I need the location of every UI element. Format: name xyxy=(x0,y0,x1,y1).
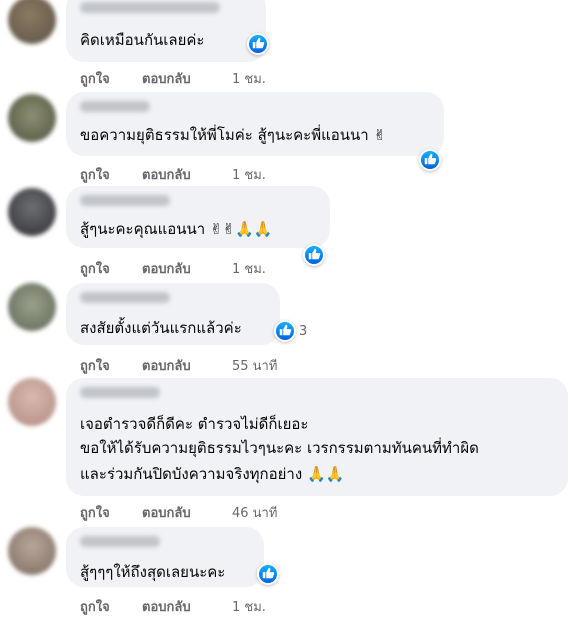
comment-bubble: สงสัยตั้งแต่วันแรกแล้วค่ะ xyxy=(66,283,280,345)
like-link[interactable]: ถูกใจ xyxy=(80,164,110,185)
avatar[interactable] xyxy=(8,0,56,44)
like-link[interactable]: ถูกใจ xyxy=(80,355,110,376)
comment-text: สงสัยตั้งแต่วันแรกแล้วค่ะ xyxy=(80,319,242,337)
comment-text: สู้ๆๆๆให้ถึงสุดเลยนะคะ xyxy=(80,563,226,581)
avatar[interactable] xyxy=(8,378,56,426)
like-reaction-icon[interactable] xyxy=(303,244,325,266)
timestamp[interactable]: 1 ชม. xyxy=(232,164,266,185)
commenter-name[interactable] xyxy=(80,387,160,398)
like-link[interactable]: ถูกใจ xyxy=(80,68,110,89)
commenter-name[interactable] xyxy=(80,292,170,303)
like-link[interactable]: ถูกใจ xyxy=(80,596,110,617)
like-reaction-icon[interactable] xyxy=(274,320,296,342)
commenter-name[interactable] xyxy=(80,101,150,112)
reply-link[interactable]: ตอบกลับ xyxy=(142,355,191,376)
like-reaction-icon[interactable] xyxy=(257,563,279,585)
reply-link[interactable]: ตอบกลับ xyxy=(142,596,191,617)
reply-link[interactable]: ตอบกลับ xyxy=(142,164,191,185)
timestamp[interactable]: 1 ชม. xyxy=(232,596,266,617)
comment-line-3: และร่วมกันปิดบังความจริงทุกอย่าง 🙏🙏 xyxy=(80,465,345,483)
timestamp[interactable]: 46 นาที xyxy=(232,502,277,523)
comment-line-2: ขอให้ได้รับความยุติธรรมไวๆนะคะ เวรกรรมตา… xyxy=(80,439,479,457)
reply-link[interactable]: ตอบกลับ xyxy=(142,258,191,279)
avatar[interactable] xyxy=(8,188,56,236)
comment-text: คิดเหมือนกันเลยค่ะ xyxy=(80,31,205,49)
commenter-name[interactable] xyxy=(80,2,220,13)
reaction-count[interactable]: 3 xyxy=(299,324,307,339)
avatar[interactable] xyxy=(8,94,56,142)
commenter-name[interactable] xyxy=(80,536,160,547)
reply-link[interactable]: ตอบกลับ xyxy=(142,502,191,523)
like-reaction-icon[interactable] xyxy=(247,33,269,55)
commenter-name[interactable] xyxy=(80,195,170,206)
comment-text: ขอความยุติธรรมให้พี่โมค่ะ สู้ๆนะคะพี่แอน… xyxy=(80,126,387,144)
like-reaction-icon[interactable] xyxy=(419,149,441,171)
comment-bubble: คิดเหมือนกันเลยค่ะ xyxy=(66,0,266,62)
comment-bubble: ขอความยุติธรรมให้พี่โมค่ะ สู้ๆนะคะพี่แอน… xyxy=(66,92,444,156)
like-link[interactable]: ถูกใจ xyxy=(80,258,110,279)
timestamp[interactable]: 55 นาที xyxy=(232,355,277,376)
reply-link[interactable]: ตอบกลับ xyxy=(142,68,191,89)
comment-bubble: เจอตำรวจดีก็ดีคะ ตำรวจไม่ดีก็เยอะ ขอให้ไ… xyxy=(66,378,568,496)
comment-bubble: สู้ๆนะคะคุณแอนนา ✌✌🙏🙏 xyxy=(66,186,330,248)
comment-line-1: เจอตำรวจดีก็ดีคะ ตำรวจไม่ดีก็เยอะ xyxy=(80,415,309,433)
timestamp[interactable]: 1 ชม. xyxy=(232,68,266,89)
comment-bubble: สู้ๆๆๆให้ถึงสุดเลยนะคะ xyxy=(66,527,264,587)
avatar[interactable] xyxy=(8,527,56,575)
avatar[interactable] xyxy=(8,283,56,331)
like-link[interactable]: ถูกใจ xyxy=(80,502,110,523)
comment-text: สู้ๆนะคะคุณแอนนา ✌✌🙏🙏 xyxy=(80,220,273,238)
timestamp[interactable]: 1 ชม. xyxy=(232,258,266,279)
